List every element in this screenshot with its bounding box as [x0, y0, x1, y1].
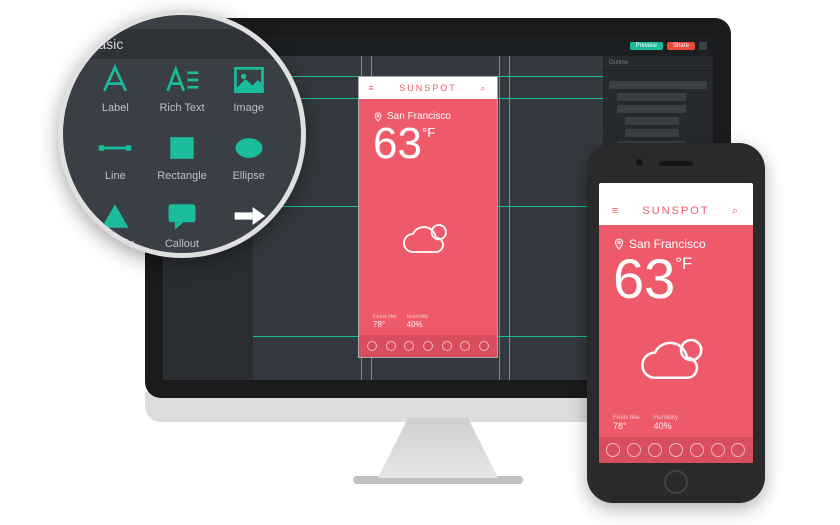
arrow-icon [231, 199, 267, 233]
chevron-down-icon[interactable]: ▼ [265, 39, 275, 50]
weather-nav: ≡ SUNSPOT ⌕ [599, 197, 753, 225]
hour-item[interactable] [460, 341, 470, 351]
weather-stats: Feels like78° Humidity40% [373, 314, 483, 329]
preview-button[interactable]: Preview [630, 42, 663, 50]
topbar-button[interactable] [699, 42, 707, 50]
tool-rectangle[interactable]: Rectangle [150, 131, 215, 195]
hour-item[interactable] [669, 443, 683, 457]
tool-line[interactable]: Line [83, 131, 148, 195]
temperature: 63°F [373, 122, 483, 166]
section-title: Basic [89, 36, 123, 52]
weather-app: ≡ SUNSPOT ⌕ San Francisco 63°F [359, 77, 497, 357]
hour-item[interactable] [711, 443, 725, 457]
temperature: 63°F [613, 251, 739, 307]
label-icon [97, 63, 133, 97]
outline-node[interactable] [625, 129, 679, 137]
menu-icon[interactable]: ≡ [609, 205, 623, 217]
ellipse-icon [231, 131, 267, 165]
phone-speaker [659, 161, 693, 166]
status-bar [599, 183, 753, 197]
iphone-mockup: ≡ SUNSPOT ⌕ San Francisco 63°F Feels lik… [587, 143, 765, 503]
hour-item[interactable] [648, 443, 662, 457]
rectangle-icon [164, 131, 200, 165]
weather-app: ≡ SUNSPOT ⌕ San Francisco 63°F Feels lik… [599, 197, 753, 463]
guide-line[interactable] [499, 56, 500, 380]
weather-icon [373, 166, 483, 314]
phone-screen: ≡ SUNSPOT ⌕ San Francisco 63°F Feels lik… [599, 183, 753, 463]
hour-item[interactable] [386, 341, 396, 351]
image-icon [231, 63, 267, 97]
phone-camera [636, 159, 643, 166]
rich-text-icon [164, 63, 200, 97]
hour-item[interactable] [479, 341, 489, 351]
tool-rich-text[interactable]: Rich Text [150, 63, 215, 127]
tool-label[interactable]: Label [83, 63, 148, 127]
tool-callout[interactable]: Callout [150, 199, 215, 258]
artboard-phone[interactable]: ≡ SUNSPOT ⌕ San Francisco 63°F [358, 76, 498, 358]
guide-line[interactable] [509, 56, 510, 380]
tool-section-header[interactable]: Basic ▼ [63, 29, 301, 59]
editor-canvas[interactable]: ≡ SUNSPOT ⌕ San Francisco 63°F [253, 56, 603, 380]
share-button[interactable]: Share [667, 42, 695, 50]
outline-node[interactable] [617, 93, 686, 101]
tool-arrow[interactable]: Arrow [216, 199, 281, 258]
hour-item[interactable] [442, 341, 452, 351]
callout-icon [164, 199, 200, 233]
hour-item[interactable] [690, 443, 704, 457]
outline-node[interactable] [617, 105, 686, 113]
weather-icon [613, 307, 739, 414]
hourly-forecast[interactable] [359, 335, 497, 357]
outline-node[interactable] [609, 81, 707, 89]
outline-node[interactable] [625, 117, 679, 125]
brand-label: SUNSPOT [399, 83, 457, 93]
tab-outline[interactable]: Outline [609, 60, 628, 66]
hour-item[interactable] [731, 443, 745, 457]
brand-label: SUNSPOT [642, 205, 709, 217]
weather-stats: Feels like78° Humidity40% [613, 414, 739, 431]
hourly-forecast[interactable] [599, 437, 753, 463]
magnifier-bubble: Basic ▼ Label Rich Text Image Line Recta… [58, 10, 306, 258]
hour-item[interactable] [367, 341, 377, 351]
tool-image[interactable]: Image [216, 63, 281, 127]
search-icon[interactable]: ⌕ [729, 205, 743, 218]
hour-item[interactable] [627, 443, 641, 457]
weather-nav: ≡ SUNSPOT ⌕ [359, 77, 497, 99]
tool-triangle[interactable]: Triangle [83, 199, 148, 258]
search-icon[interactable]: ⌕ [477, 83, 491, 94]
hour-item[interactable] [404, 341, 414, 351]
tool-ellipse[interactable]: Ellipse [216, 131, 281, 195]
hour-item[interactable] [423, 341, 433, 351]
line-icon [97, 131, 133, 165]
triangle-icon [97, 199, 133, 233]
hour-item[interactable] [606, 443, 620, 457]
menu-icon[interactable]: ≡ [365, 83, 379, 93]
imac-stand [378, 418, 498, 478]
home-button[interactable] [664, 470, 688, 494]
